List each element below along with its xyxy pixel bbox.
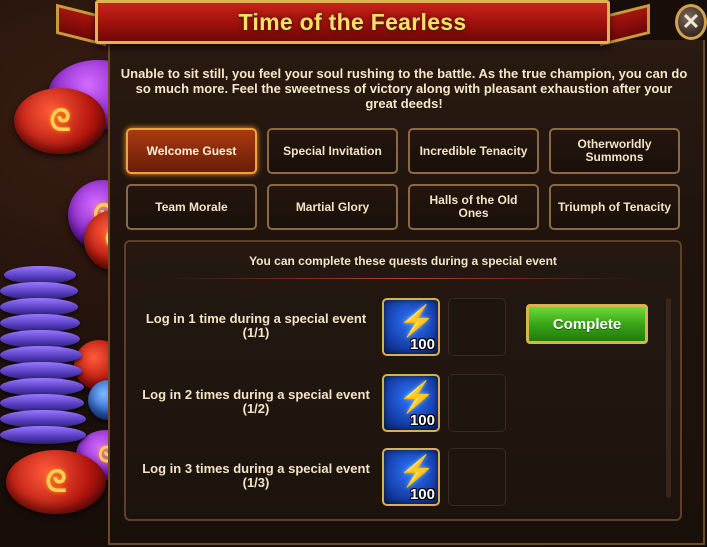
tab-martial-glory[interactable]: Martial Glory [267, 184, 398, 230]
tab-welcome-guest[interactable]: Welcome Guest [126, 128, 257, 174]
quest-text: Log in 3 times during a special event [142, 461, 370, 476]
tab-label: Incredible Tenacity [419, 143, 528, 158]
quest-progress: (1/1) [242, 325, 270, 340]
quest-list: You can complete these quests during a s… [124, 240, 682, 521]
quest-row: Log in 3 times during a special event (1… [126, 448, 666, 508]
quest-description: Log in 1 time during a special event (1/… [136, 312, 376, 340]
empty-reward-slot [448, 448, 506, 506]
divider [166, 278, 636, 279]
tab-incredible-tenacity[interactable]: Incredible Tenacity [408, 128, 539, 174]
reward-amount: 100 [409, 336, 435, 353]
energy-bolt-icon: ⚡ [398, 455, 436, 488]
tab-label: Special Invitation [283, 143, 382, 158]
energy-bolt-icon: ⚡ [398, 381, 436, 414]
reward-item[interactable]: ⚡ 100 [382, 448, 440, 506]
complete-button[interactable]: Complete [526, 304, 648, 344]
close-icon: ✕ [681, 9, 701, 34]
tab-halls-of-the-old-ones[interactable]: Halls of the Old Ones [408, 184, 539, 230]
reward-item[interactable]: ⚡ 100 [382, 298, 440, 356]
quest-list-header: You can complete these quests during a s… [249, 254, 557, 268]
tab-otherworldly-summons[interactable]: Otherworldly Summons [549, 128, 680, 174]
tab-label: Triumph of Tenacity [557, 199, 672, 214]
quest-description: Log in 2 times during a special event (1… [136, 388, 376, 416]
tab-team-morale[interactable]: Team Morale [126, 184, 257, 230]
event-description: Unable to sit still, you feel your soul … [120, 66, 688, 111]
coin-red: ᘓ [14, 88, 106, 154]
tab-label: Welcome Guest [146, 143, 237, 158]
reward-amount: 100 [409, 412, 435, 429]
tab-special-invitation[interactable]: Special Invitation [267, 128, 398, 174]
quest-scrollbar[interactable] [666, 298, 671, 498]
title-ribbon: Time of the Fearless [95, 0, 610, 44]
quest-progress: (1/3) [242, 475, 270, 490]
event-title: Time of the Fearless [238, 8, 467, 35]
tab-label: Martial Glory [295, 199, 370, 214]
quest-progress: (1/2) [242, 401, 270, 416]
quest-text: Log in 1 time during a special event [145, 311, 367, 326]
quest-row: Log in 1 time during a special event (1/… [126, 298, 666, 358]
coin-stack-disc [0, 426, 86, 444]
tab-label: Halls of the Old Ones [429, 193, 518, 220]
tab-label: Otherworldly Summons [577, 137, 652, 164]
reward-amount: 100 [409, 486, 435, 503]
coin-red: ᘓ [6, 450, 106, 514]
tab-label: Team Morale [155, 199, 228, 214]
energy-bolt-icon: ⚡ [398, 305, 436, 338]
quest-text: Log in 2 times during a special event [142, 387, 370, 402]
complete-button-label: Complete [552, 315, 622, 333]
quest-row: Log in 2 times during a special event (1… [126, 374, 666, 434]
quest-description: Log in 3 times during a special event (1… [136, 462, 376, 490]
tab-triumph-of-tenacity[interactable]: Triumph of Tenacity [549, 184, 680, 230]
reward-item[interactable]: ⚡ 100 [382, 374, 440, 432]
close-button[interactable]: ✕ [675, 4, 707, 40]
empty-reward-slot [448, 298, 506, 356]
empty-reward-slot [448, 374, 506, 432]
